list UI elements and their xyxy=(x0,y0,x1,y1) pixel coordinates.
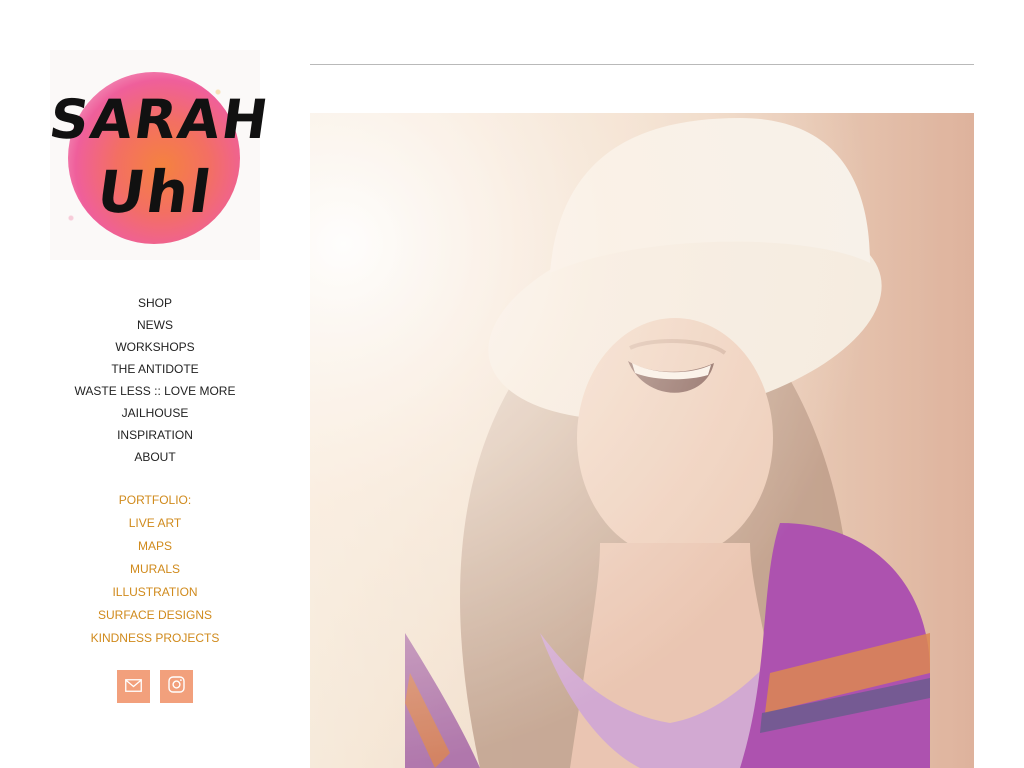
logo-text-line2: Uhl xyxy=(93,158,217,226)
instagram-icon xyxy=(168,676,185,697)
site-logo[interactable]: SARAH Uhl xyxy=(46,50,274,260)
portfolio-item-live-art[interactable]: LIVE ART xyxy=(50,512,260,535)
mail-icon xyxy=(125,677,142,696)
portfolio-item-illustration[interactable]: ILLUSTRATION xyxy=(50,581,260,604)
nav-item-about[interactable]: ABOUT xyxy=(50,446,260,468)
mail-button[interactable] xyxy=(117,670,150,703)
portfolio-item-surface-designs[interactable]: SURFACE DESIGNS xyxy=(50,604,260,627)
sidebar: SARAH Uhl SHOP NEWS WORKSHOPS THE ANTIDO… xyxy=(46,50,274,703)
social-links xyxy=(50,670,260,703)
portfolio-heading: PORTFOLIO: xyxy=(118,493,192,507)
nav-item-jailhouse[interactable]: JAILHOUSE xyxy=(50,402,260,424)
portfolio-item-maps[interactable]: MAPS xyxy=(50,535,260,558)
portfolio-item-murals[interactable]: MURALS xyxy=(50,558,260,581)
main-nav: SHOP NEWS WORKSHOPS THE ANTIDOTE WASTE L… xyxy=(50,292,260,468)
instagram-button[interactable] xyxy=(160,670,193,703)
header-divider xyxy=(310,64,974,65)
portfolio-nav: PORTFOLIO: LIVE ART MAPS MURALS ILLUSTRA… xyxy=(50,489,260,650)
nav-item-the-antidote[interactable]: THE ANTIDOTE xyxy=(50,358,260,380)
hero-photo-illustration xyxy=(310,113,974,768)
nav-item-inspiration[interactable]: INSPIRATION xyxy=(50,424,260,446)
logo-text-line1: SARAH xyxy=(45,88,274,151)
portfolio-item-kindness-projects[interactable]: KINDNESS PROJECTS xyxy=(50,627,260,650)
nav-item-shop[interactable]: SHOP xyxy=(50,292,260,314)
nav-item-workshops[interactable]: WORKSHOPS xyxy=(50,336,260,358)
hero-photo xyxy=(310,113,974,768)
nav-item-waste-less-love-more[interactable]: WASTE LESS :: LOVE MORE xyxy=(50,380,260,402)
nav-item-news[interactable]: NEWS xyxy=(50,314,260,336)
